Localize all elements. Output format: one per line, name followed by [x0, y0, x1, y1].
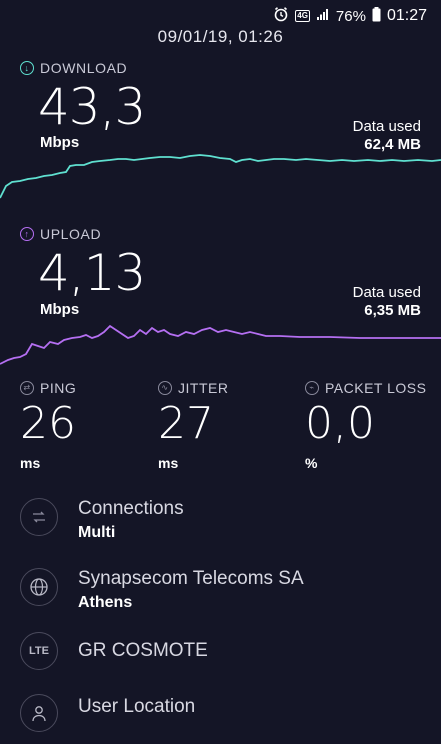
test-timestamp: 09/01/19, 01:26 — [157, 27, 284, 46]
jitter-unit: ms — [158, 455, 179, 471]
upload-data-used-value: 6,35 MB — [364, 302, 421, 319]
download-graph — [0, 154, 441, 199]
carrier-row[interactable]: LTE GR COSMOTE — [20, 632, 430, 682]
upload-arrow-icon: ↑ — [20, 227, 34, 241]
server-location: Athens — [78, 594, 133, 611]
battery-percent: 76% — [335, 7, 366, 25]
download-data-used-label: Data used — [352, 118, 421, 135]
connections-icon — [20, 498, 58, 536]
connections-row[interactable]: Connections Multi — [20, 498, 430, 548]
ping-value: 26 — [20, 398, 76, 449]
jitter-label-row: ∿ JITTER — [158, 380, 228, 396]
upload-speed-value: 4,13 — [38, 244, 146, 302]
packet-loss-unit: % — [305, 455, 318, 471]
lte-icon: LTE — [20, 632, 58, 670]
carrier-name: GR COSMOTE — [78, 640, 208, 661]
ping-metric: ⇄ PING 26 ms — [20, 380, 76, 471]
ping-label: PING — [40, 380, 77, 396]
globe-icon — [20, 568, 58, 606]
person-icon — [20, 694, 58, 732]
ping-unit: ms — [20, 455, 41, 471]
download-speed-value: 43,3 — [38, 78, 146, 136]
user-location-row[interactable]: User Location — [20, 694, 430, 744]
status-time: 01:27 — [386, 7, 427, 24]
upload-graph-line — [0, 324, 441, 365]
packet-loss-metric: ⌁ PACKET LOSS 0,0 % — [305, 380, 426, 471]
upload-graph — [0, 324, 441, 365]
signal-icon — [316, 7, 330, 25]
jitter-metric: ∿ JITTER 27 ms — [158, 380, 228, 471]
ping-label-row: ⇄ PING — [20, 380, 76, 396]
packet-loss-label: PACKET LOSS — [325, 380, 427, 396]
connections-title: Connections — [78, 498, 184, 519]
download-arrow-icon: ↓ — [20, 61, 34, 75]
download-graph-line — [0, 154, 441, 199]
server-name: Synapsecom Telecoms SA — [78, 568, 304, 589]
packet-loss-label-row: ⌁ PACKET LOSS — [305, 380, 426, 396]
jitter-label: JITTER — [178, 380, 229, 396]
battery-icon — [372, 6, 381, 26]
alarm-icon — [273, 6, 289, 26]
jitter-value: 27 — [158, 398, 214, 449]
status-icons: 4G 76% 01:27 — [273, 6, 427, 26]
ping-icon: ⇄ — [20, 381, 34, 395]
packet-loss-icon: ⌁ — [305, 381, 319, 395]
server-row[interactable]: Synapsecom Telecoms SA Athens — [20, 568, 430, 618]
network-badge-icon: 4G — [295, 10, 310, 22]
download-label-text: DOWNLOAD — [40, 60, 128, 76]
upload-label: ↑ UPLOAD — [20, 226, 101, 242]
user-location-title: User Location — [78, 696, 196, 717]
upload-label-text: UPLOAD — [40, 226, 102, 242]
upload-data-used-label: Data used — [352, 284, 421, 301]
jitter-icon: ∿ — [158, 381, 172, 395]
packet-loss-value: 0,0 — [305, 398, 375, 449]
upload-unit: Mbps — [40, 301, 80, 318]
download-label: ↓ DOWNLOAD — [20, 60, 127, 76]
connections-value: Multi — [78, 524, 116, 541]
